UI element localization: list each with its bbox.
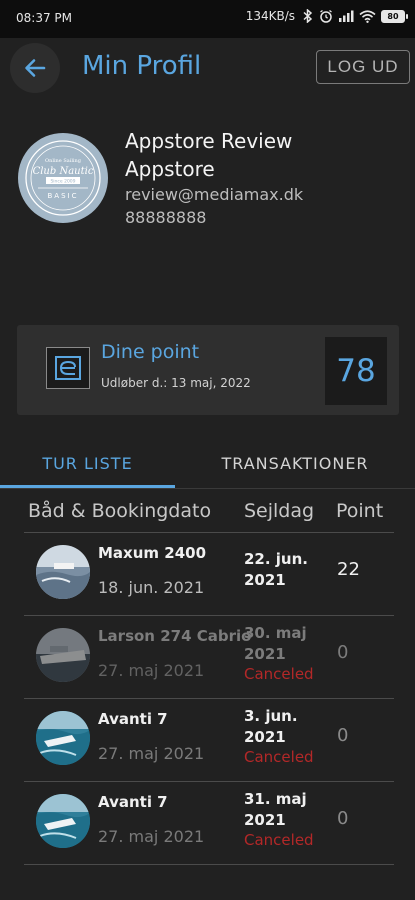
- signal-icon: [339, 10, 354, 22]
- logout-button[interactable]: LOG UD: [316, 50, 410, 84]
- back-arrow-icon: [25, 59, 46, 77]
- battery-indicator: 80: [381, 9, 408, 23]
- bluetooth-icon: [303, 9, 313, 23]
- tab-divider: [0, 488, 415, 489]
- points-title: Dine point: [101, 341, 200, 363]
- club-nautic-logo: Online Sailing Club Nautic Since 2009 BA…: [25, 140, 101, 216]
- network-speed: 134KB/s: [245, 9, 295, 23]
- sail-day: 31. maj 2021: [244, 790, 307, 829]
- table-row[interactable]: Larson 274 Cabrio 27. maj 2021 30. maj 2…: [24, 616, 394, 699]
- profile-email: review@mediamax.dk: [125, 185, 304, 204]
- column-header-points: Point: [336, 500, 384, 522]
- status-canceled: Canceled: [244, 831, 314, 849]
- boat-name: Larson 274 Cabrio: [98, 627, 252, 645]
- alarm-icon: [320, 9, 332, 23]
- wifi-icon: [359, 9, 376, 23]
- sail-day: 30. maj 2021: [244, 624, 307, 663]
- points-card[interactable]: Dine point Udløber d.: 13 maj, 2022 78: [17, 325, 399, 415]
- points-logo-icon: [46, 347, 90, 389]
- avatar: Online Sailing Club Nautic Since 2009 BA…: [18, 133, 108, 223]
- svg-text:Club Nautic: Club Nautic: [33, 166, 94, 177]
- points-expiry: Udløber d.: 13 maj, 2022: [101, 376, 251, 390]
- boat-thumbnail: [36, 545, 90, 599]
- profile-name: Appstore Review Appstore: [125, 129, 293, 181]
- booking-date: 27. maj 2021: [98, 744, 205, 763]
- sail-day: 22. jun. 2021: [244, 550, 308, 589]
- status-canceled: Canceled: [244, 748, 314, 766]
- page-title: Min Profil: [82, 51, 202, 81]
- table-row[interactable]: Maxum 2400 18. jun. 2021 22. jun. 2021 2…: [24, 533, 394, 616]
- booking-date: 18. jun. 2021: [98, 578, 205, 597]
- column-header-boat: Båd & Bookingdato: [28, 500, 212, 522]
- boat-thumbnail: [36, 794, 90, 848]
- app-screen: 08:37 PM 134KB/s 80 Min Profil LOG UD On…: [0, 0, 415, 900]
- tab-tur-liste[interactable]: TUR LISTE: [0, 438, 175, 488]
- status-icons: 134KB/s 80: [245, 9, 408, 23]
- row-points: 0: [337, 808, 349, 829]
- back-button[interactable]: [10, 43, 60, 93]
- tab-transaktioner[interactable]: TRANSAKTIONER: [175, 438, 415, 488]
- boat-name: Maxum 2400: [98, 544, 207, 562]
- boat-name: Avanti 7: [98, 710, 168, 728]
- row-points: 22: [337, 559, 360, 580]
- column-header-sail-day: Sejldag: [244, 500, 315, 522]
- svg-text:Since 2009: Since 2009: [50, 179, 75, 185]
- booking-date: 27. maj 2021: [98, 661, 205, 680]
- table-row[interactable]: Avanti 7 27. maj 2021 3. jun. 2021 Cance…: [24, 699, 394, 782]
- table-row[interactable]: Avanti 7 27. maj 2021 31. maj 2021 Cance…: [24, 782, 394, 865]
- status-canceled: Canceled: [244, 665, 314, 683]
- svg-text:BASIC: BASIC: [48, 192, 79, 200]
- points-value: 78: [325, 337, 387, 405]
- boat-thumbnail: [36, 711, 90, 765]
- booking-date: 27. maj 2021: [98, 827, 205, 846]
- svg-text:Online Sailing: Online Sailing: [45, 158, 82, 164]
- status-bar: 08:37 PM 134KB/s 80: [0, 0, 415, 38]
- profile-phone: 88888888: [125, 208, 207, 227]
- sail-day: 3. jun. 2021: [244, 707, 298, 746]
- boat-name: Avanti 7: [98, 793, 168, 811]
- boat-thumbnail: [36, 628, 90, 682]
- row-points: 0: [337, 725, 349, 746]
- row-points: 0: [337, 642, 349, 663]
- status-time: 08:37 PM: [16, 11, 72, 25]
